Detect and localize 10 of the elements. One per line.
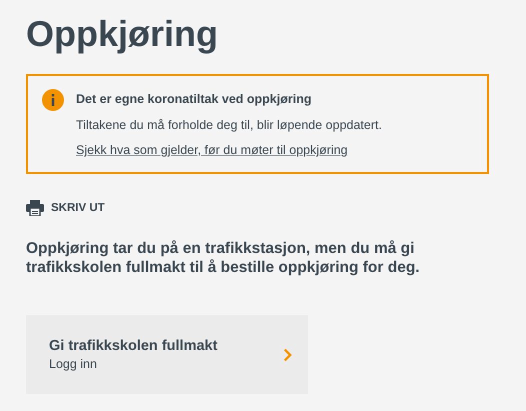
info-icon: [42, 89, 64, 111]
print-link[interactable]: SKRIV UT: [26, 200, 105, 216]
printer-icon: [26, 200, 44, 216]
alert-heading: Det er egne koronatiltak ved oppkjøring: [76, 91, 312, 107]
chevron-icon: [283, 346, 292, 362]
page-title: Oppkjøring: [26, 12, 219, 56]
alert-link[interactable]: Sjekk hva som gjelder, før du møter til oppkjøring: [76, 142, 348, 158]
intro-text: Oppkjøring tar du på en trafikkstasjon, men du må gi trafikkskolen fullmakt til å bestille oppkjøring for deg.: [26, 239, 421, 277]
alert-text: Tiltakene du må forholde deg til, blir løpende oppdatert.: [76, 117, 382, 133]
authorize-card[interactable]: Gi trafikkskolen fullmakt Logg inn: [26, 315, 308, 394]
